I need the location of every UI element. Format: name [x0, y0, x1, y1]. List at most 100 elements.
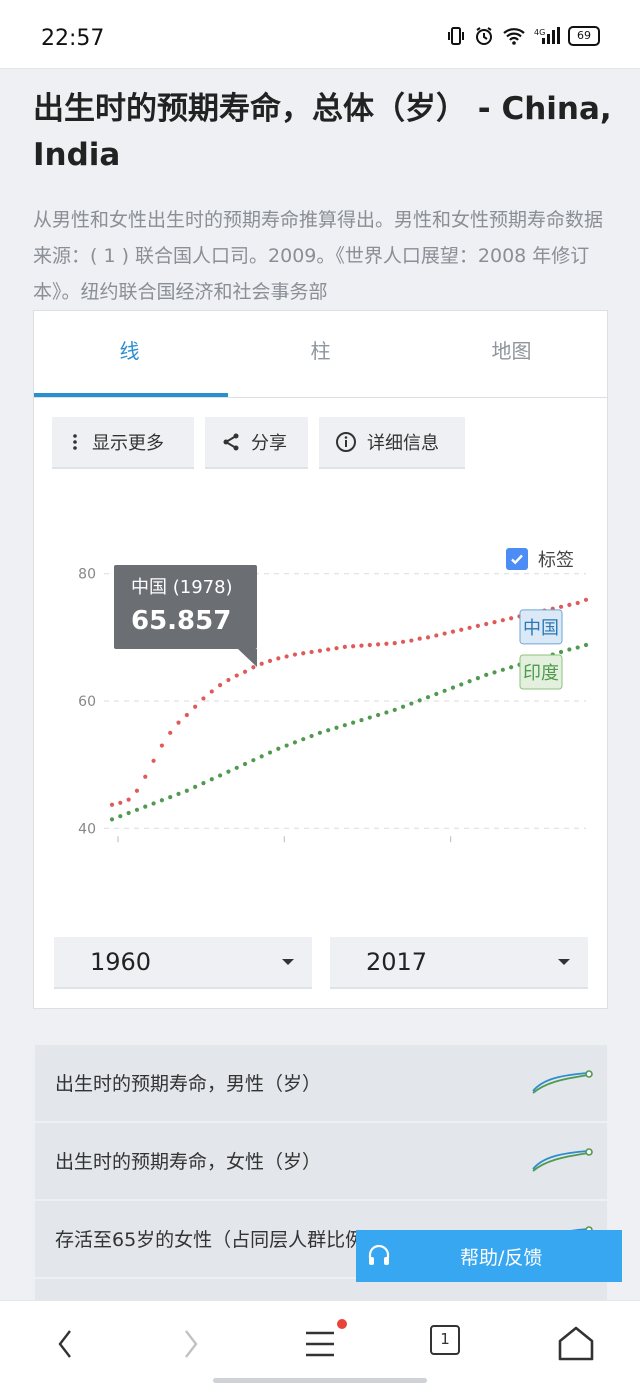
related-indicator-item[interactable]	[35, 1279, 607, 1301]
tab-bar[interactable]: 柱	[225, 335, 416, 364]
data-point	[400, 639, 406, 644]
share-icon	[223, 433, 239, 451]
data-point	[309, 733, 314, 739]
data-point	[425, 635, 431, 640]
data-point	[176, 720, 181, 725]
data-point	[159, 798, 164, 803]
data-point	[276, 656, 281, 661]
data-point	[184, 788, 189, 793]
tooltip-value: 65.857	[131, 606, 231, 636]
data-point	[417, 636, 422, 641]
data-point	[126, 797, 131, 802]
y-tick-label: 60	[78, 694, 96, 710]
data-point	[109, 802, 115, 807]
related-indicator-item[interactable]: 出生时的预期寿命，女性（岁）	[35, 1123, 607, 1199]
chart-tabs: 线 柱 地图	[34, 311, 607, 398]
series-label: 中国	[523, 618, 559, 639]
related-indicator-label: 出生时的预期寿命，男性（岁）	[55, 1073, 322, 1095]
show-more-button[interactable]: 显示更多	[52, 417, 194, 469]
data-point	[467, 679, 472, 684]
data-point	[201, 696, 206, 701]
data-point	[334, 646, 339, 651]
data-point	[376, 642, 381, 647]
data-point	[500, 667, 505, 672]
data-point	[309, 649, 314, 655]
data-point	[583, 642, 589, 648]
tabs-count: 1	[440, 1330, 450, 1348]
data-point	[118, 814, 123, 819]
data-point	[251, 758, 256, 763]
data-point	[351, 720, 356, 725]
data-point	[492, 619, 497, 625]
details-button[interactable]: 详细信息	[319, 417, 465, 469]
end-year-select[interactable]: 2017	[330, 937, 588, 989]
related-indicator-label: 出生时的预期寿命，女性（岁）	[55, 1151, 322, 1173]
line-chart[interactable]: 40 60 80 中国印度 中国 (1978) 65.857	[34, 541, 607, 861]
data-point	[400, 704, 406, 709]
data-point	[226, 769, 231, 774]
chevron-down-icon	[282, 959, 294, 965]
data-point	[126, 810, 131, 816]
data-point	[459, 627, 464, 632]
data-point	[259, 661, 264, 666]
data-point	[184, 712, 189, 718]
data-point	[467, 625, 472, 630]
tabs-count-button[interactable]: 1	[430, 1325, 460, 1355]
data-point	[334, 725, 339, 730]
forward-icon[interactable]	[178, 1319, 202, 1369]
chevron-down-icon	[558, 959, 570, 965]
share-button[interactable]: 分享	[205, 417, 308, 469]
page-description: 从男性和女性出生时的预期寿命推算得出。男性和女性预期寿命数据来源：( 1 ) 联…	[33, 209, 604, 303]
data-point	[509, 616, 514, 621]
active-tab-indicator	[34, 393, 228, 397]
data-point	[226, 677, 231, 683]
data-point	[143, 774, 148, 779]
status-time: 22:57	[41, 26, 105, 51]
data-point	[168, 730, 173, 735]
data-point	[292, 740, 298, 745]
data-point	[442, 688, 447, 693]
chart-card: 线 柱 地图 显示更多 分享 详细信息 标签 40 60 80 中国 印度 中国 (197…	[33, 310, 608, 1009]
data-point	[567, 602, 572, 608]
data-point	[201, 780, 206, 786]
start-year-select[interactable]: 1960	[54, 937, 312, 989]
data-point	[367, 715, 372, 720]
data-point	[384, 710, 389, 715]
y-tick-label: 80	[78, 567, 96, 583]
info-icon	[336, 432, 356, 452]
data-point	[209, 689, 214, 694]
data-point	[575, 600, 580, 606]
home-icon[interactable]	[556, 1319, 596, 1369]
data-point	[384, 641, 389, 646]
data-point	[509, 665, 514, 670]
data-point	[417, 698, 422, 703]
data-point	[159, 743, 164, 748]
data-point	[558, 649, 564, 655]
menu-icon[interactable]	[302, 1319, 348, 1369]
tab-map[interactable]: 地图	[416, 335, 607, 364]
data-point	[442, 631, 447, 636]
back-icon[interactable]	[54, 1319, 78, 1369]
data-point	[242, 761, 248, 767]
tab-line[interactable]: 线	[34, 335, 225, 364]
data-point	[326, 647, 331, 652]
related-indicator-item[interactable]: 出生时的预期寿命，男性（岁）	[35, 1045, 607, 1121]
signal-icon: 4G	[534, 27, 560, 44]
sparkline-icon	[532, 1070, 593, 1094]
home-indicator	[213, 1378, 427, 1383]
wifi-icon	[503, 28, 525, 45]
data-point	[292, 652, 298, 657]
data-point	[575, 645, 580, 650]
data-point	[134, 807, 140, 812]
data-point	[168, 794, 173, 800]
help-feedback-button[interactable]: 帮助/反馈	[356, 1230, 622, 1282]
data-point	[176, 791, 181, 797]
bottom-nav: 1	[0, 1300, 640, 1387]
data-point	[409, 701, 414, 706]
data-point	[326, 728, 331, 733]
headset-icon	[368, 1244, 390, 1265]
end-year-value: 2017	[366, 948, 428, 976]
data-point	[151, 758, 156, 763]
data-point	[143, 804, 148, 809]
data-point	[242, 669, 248, 674]
